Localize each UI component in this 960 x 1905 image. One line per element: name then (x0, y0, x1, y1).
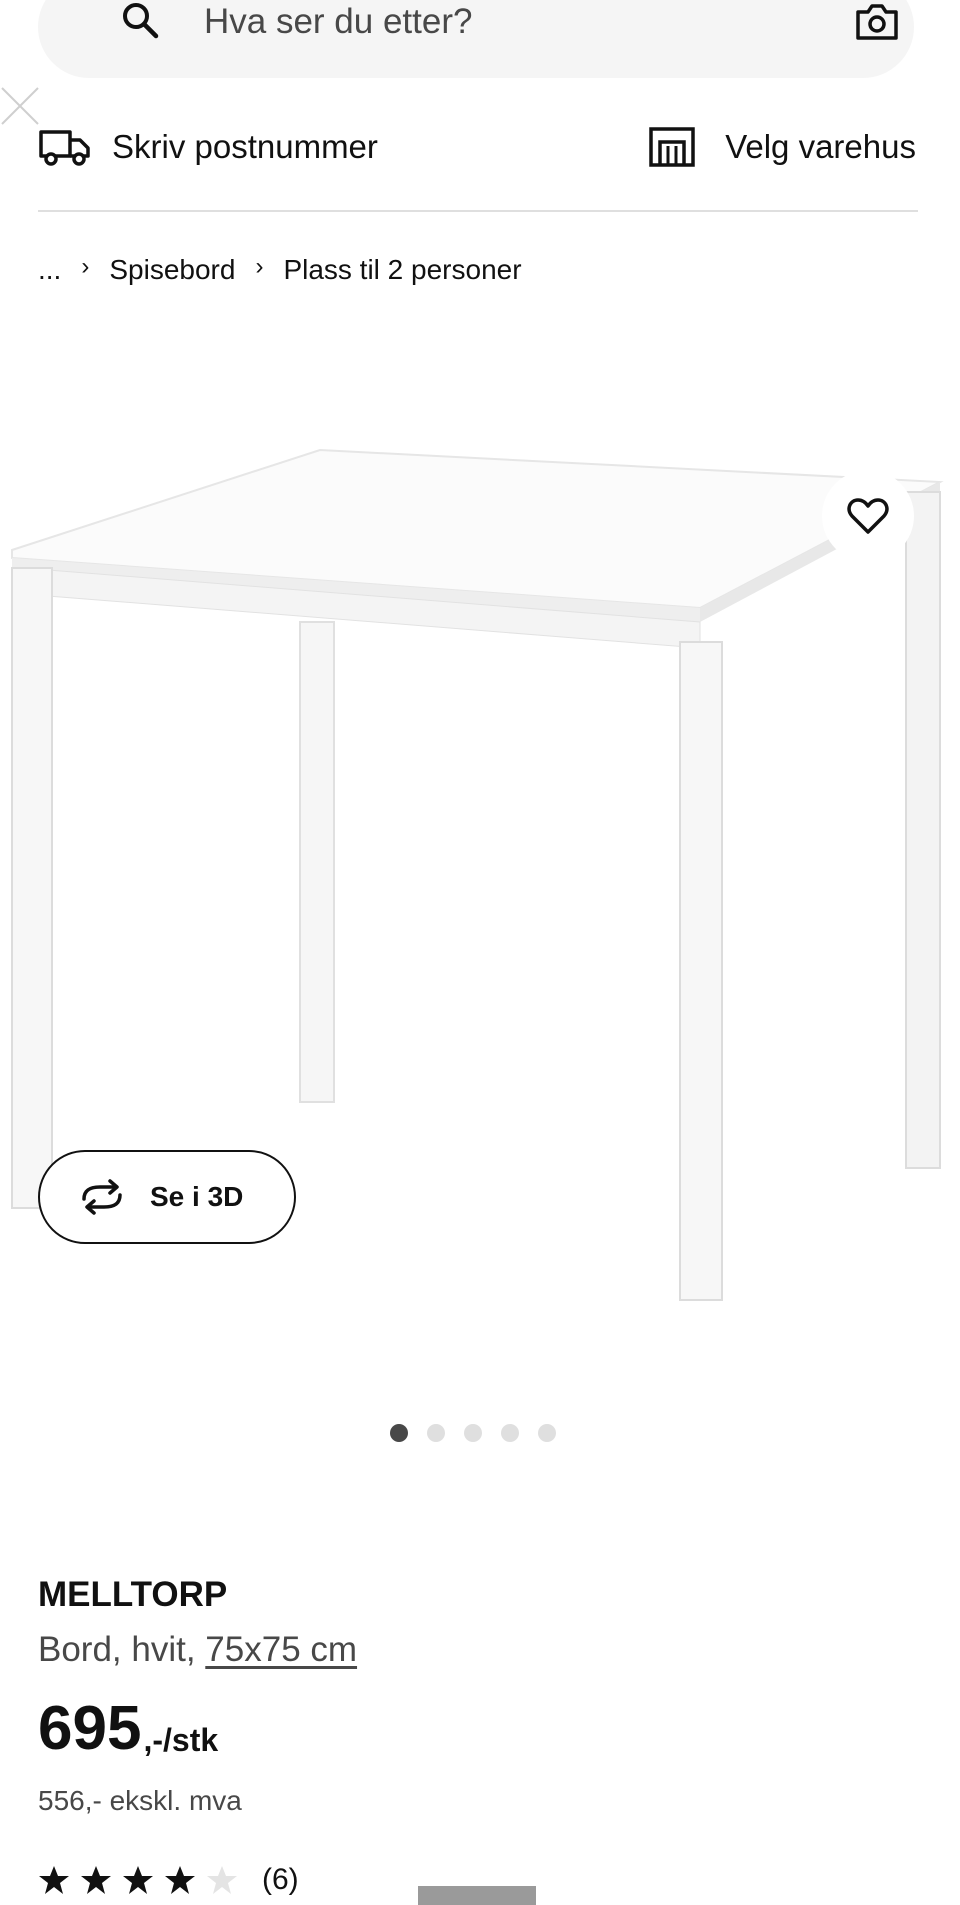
product-name: MELLTORP (38, 1575, 228, 1614)
product-description-text: Bord, hvit, (38, 1630, 206, 1669)
price-unit: ,-/stk (143, 1722, 219, 1758)
carousel-dots (390, 1424, 556, 1442)
breadcrumb-item-ellipsis[interactable]: ... (38, 254, 61, 286)
price-value: 695 (38, 1694, 142, 1763)
view-3d-label: Se i 3D (150, 1181, 244, 1212)
chevron-right-icon: › (255, 253, 264, 280)
search-bar[interactable]: Hva ser du etter? (38, 0, 914, 78)
star-icon (123, 1866, 153, 1894)
view-3d-button[interactable]: Se i 3D (38, 1150, 296, 1244)
size-link[interactable]: 75x75 cm (205, 1630, 357, 1669)
price-excl-vat: 556,- ekskl. mva (38, 1785, 242, 1816)
rating[interactable]: (6) (38, 1860, 299, 1900)
carousel-dot[interactable] (390, 1424, 408, 1442)
carousel-dot[interactable] (464, 1424, 482, 1442)
star-empty-icon (207, 1866, 237, 1894)
breadcrumb-item-current[interactable]: Plass til 2 personer (283, 254, 521, 286)
store-select-button[interactable]: Velg varehus (725, 126, 916, 168)
star-icon (39, 1866, 69, 1894)
store-icon (649, 127, 695, 167)
product-description: Bord, hvit, 75x75 cm (38, 1630, 357, 1670)
carousel-dot[interactable] (427, 1424, 445, 1442)
rotate-3d-icon (82, 1179, 122, 1215)
page-indicator (418, 1886, 536, 1905)
star-icon (165, 1866, 195, 1894)
truck-icon (39, 130, 90, 166)
breadcrumb-item-spisebord[interactable]: Spisebord (109, 254, 235, 286)
close-icon[interactable] (0, 84, 40, 128)
camera-icon[interactable] (854, 2, 900, 42)
carousel-dot[interactable] (501, 1424, 519, 1442)
search-input[interactable]: Hva ser du etter? (204, 0, 472, 44)
search-icon (123, 3, 159, 39)
price: 695 ,-/stk (38, 1696, 218, 1762)
postcode-button[interactable]: Skriv postnummer (112, 126, 378, 168)
favorite-button[interactable] (822, 470, 914, 562)
star-icon (81, 1866, 111, 1894)
review-count[interactable]: (6) (262, 1863, 299, 1897)
chevron-right-icon: › (81, 253, 90, 280)
delivery-row: Skriv postnummer Velg varehus (38, 120, 918, 180)
carousel-dot[interactable] (538, 1424, 556, 1442)
breadcrumb: ... › Spisebord › Plass til 2 personer (38, 250, 522, 290)
divider (38, 210, 918, 212)
heart-icon (847, 498, 889, 534)
